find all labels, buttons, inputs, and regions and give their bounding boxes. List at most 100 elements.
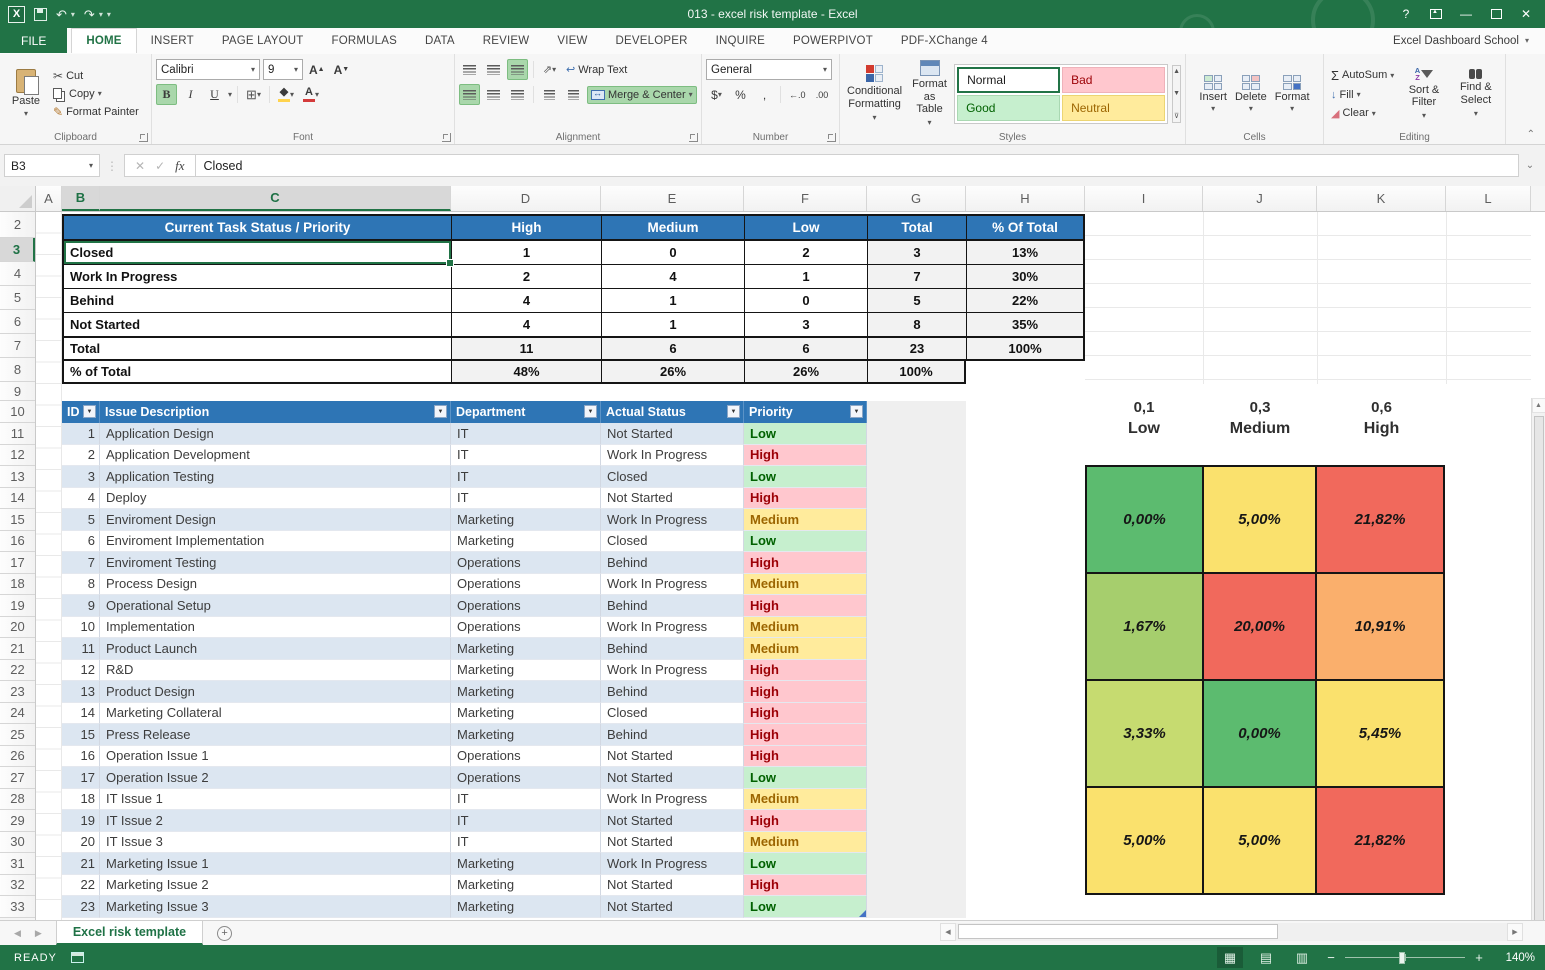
row-header[interactable]: 28 xyxy=(0,789,35,811)
maximize-icon[interactable] xyxy=(1483,4,1509,24)
format-as-table-button[interactable]: Format as Table▾ xyxy=(909,60,950,127)
issue-desc-cell[interactable]: Operation Issue 1 xyxy=(100,746,451,768)
issue-id-cell[interactable]: 9 xyxy=(62,595,100,617)
decrease-decimal-button[interactable]: .00 xyxy=(812,84,833,105)
issue-header-cell[interactable]: Actual Status xyxy=(601,401,744,423)
issue-priority-cell[interactable]: High xyxy=(744,724,867,746)
summary-medium-cell[interactable]: 4 xyxy=(601,265,744,288)
dialog-launcher-icon[interactable] xyxy=(827,133,836,142)
summary-header-cell[interactable]: % Of Total xyxy=(966,216,1083,239)
scroll-left-icon[interactable]: ◀ xyxy=(940,923,956,941)
issue-status-cell[interactable]: Behind xyxy=(601,681,744,703)
ribbon-tab[interactable]: PDF-XChange 4 xyxy=(887,28,1002,53)
summary-header-cell[interactable]: Medium xyxy=(601,216,744,239)
close-icon[interactable]: ✕ xyxy=(1513,4,1539,24)
new-sheet-button[interactable]: + xyxy=(217,921,232,945)
column-header[interactable]: C xyxy=(100,186,451,211)
zoom-slider-thumb[interactable] xyxy=(1399,952,1405,964)
row-header[interactable]: 9 xyxy=(0,382,35,401)
page-break-view-button[interactable]: ▥ xyxy=(1289,947,1315,968)
issue-status-cell[interactable]: Not Started xyxy=(601,896,744,918)
comma-style-button[interactable]: , xyxy=(754,84,775,105)
issue-desc-cell[interactable]: Operational Setup xyxy=(100,595,451,617)
row-header[interactable]: 23 xyxy=(0,681,35,703)
issue-dept-cell[interactable]: Operations xyxy=(451,767,601,789)
issue-dept-cell[interactable]: IT xyxy=(451,810,601,832)
summary-pct-cell[interactable]: 100% xyxy=(966,338,1083,359)
column-header[interactable]: A xyxy=(36,186,62,211)
summary-low-cell[interactable]: 26% xyxy=(744,361,867,384)
undo-dropdown-icon[interactable]: ▾ xyxy=(71,10,75,19)
row-header[interactable]: 25 xyxy=(0,724,35,746)
vertical-scroll-thumb[interactable] xyxy=(1534,416,1544,920)
ribbon-tab[interactable]: POWERPIVOT xyxy=(779,28,887,53)
dialog-launcher-icon[interactable] xyxy=(139,133,148,142)
row-header[interactable]: 33 xyxy=(0,896,35,918)
issue-desc-cell[interactable]: Press Release xyxy=(100,724,451,746)
wrap-text-button[interactable]: ↩Wrap Text xyxy=(563,61,630,78)
orientation-button[interactable]: ⇗▾ xyxy=(539,59,560,80)
sheet-tab-active[interactable]: Excel risk template xyxy=(56,921,203,945)
issue-desc-cell[interactable]: Process Design xyxy=(100,574,451,596)
scroll-right-icon[interactable]: ▶ xyxy=(1507,923,1523,941)
issue-priority-cell[interactable]: Low xyxy=(744,466,867,488)
style-neutral[interactable]: Neutral xyxy=(1062,95,1165,121)
italic-button[interactable]: I xyxy=(180,84,201,105)
heatmap-cell[interactable]: 0,00% xyxy=(1204,681,1315,786)
issue-priority-cell[interactable]: Medium xyxy=(744,617,867,639)
row-header[interactable]: 22 xyxy=(0,660,35,682)
issue-dept-cell[interactable]: Operations xyxy=(451,746,601,768)
summary-total-cell[interactable]: 5 xyxy=(867,289,966,312)
macro-record-icon[interactable] xyxy=(71,952,84,963)
issue-priority-cell[interactable]: Low xyxy=(744,896,867,918)
ribbon-tab[interactable]: FORMULAS xyxy=(317,28,411,53)
issue-desc-cell[interactable]: Implementation xyxy=(100,617,451,639)
scroll-up-icon[interactable]: ▲ xyxy=(1173,68,1180,75)
issue-desc-cell[interactable]: Operation Issue 2 xyxy=(100,767,451,789)
format-cells-button[interactable]: Format▾ xyxy=(1275,75,1310,113)
summary-label-cell[interactable]: Total xyxy=(64,338,451,359)
issue-dept-cell[interactable]: Marketing xyxy=(451,509,601,531)
row-header[interactable]: 8 xyxy=(0,358,35,382)
issue-id-cell[interactable]: 2 xyxy=(62,445,100,467)
issue-dept-cell[interactable]: IT xyxy=(451,832,601,854)
issue-priority-cell[interactable]: Low xyxy=(744,853,867,875)
summary-high-cell[interactable]: 11 xyxy=(451,338,601,359)
issue-desc-cell[interactable]: IT Issue 2 xyxy=(100,810,451,832)
column-header[interactable]: J xyxy=(1203,186,1317,211)
style-normal[interactable]: Normal xyxy=(957,67,1060,93)
row-header[interactable]: 5 xyxy=(0,286,35,310)
issue-priority-cell[interactable]: High xyxy=(744,681,867,703)
issue-priority-cell[interactable]: High xyxy=(744,488,867,510)
summary-total-cell[interactable]: 100% xyxy=(867,361,966,384)
issue-status-cell[interactable]: Closed xyxy=(601,703,744,725)
issue-dept-cell[interactable]: Marketing xyxy=(451,660,601,682)
summary-high-cell[interactable]: 2 xyxy=(451,265,601,288)
issue-priority-cell[interactable]: High xyxy=(744,660,867,682)
gray-filled-column[interactable] xyxy=(867,401,966,918)
issue-status-cell[interactable]: Work In Progress xyxy=(601,853,744,875)
issue-priority-cell[interactable]: High xyxy=(744,746,867,768)
heatmap-cell[interactable]: 21,82% xyxy=(1317,788,1443,893)
top-align-button[interactable] xyxy=(459,59,480,80)
issue-status-cell[interactable]: Not Started xyxy=(601,423,744,445)
issue-priority-cell[interactable]: Low xyxy=(744,531,867,553)
summary-label-cell[interactable]: Not Started xyxy=(64,313,451,336)
scroll-up-icon[interactable]: ▲ xyxy=(1532,398,1545,413)
redo-dropdown-icon[interactable]: ▾ xyxy=(99,10,103,19)
issue-status-cell[interactable]: Work In Progress xyxy=(601,509,744,531)
formula-input[interactable]: Closed xyxy=(196,154,1519,177)
issue-priority-cell[interactable]: High xyxy=(744,810,867,832)
issue-dept-cell[interactable]: IT xyxy=(451,445,601,467)
vertical-scrollbar[interactable]: ▲ ▼ xyxy=(1531,398,1545,920)
issue-id-cell[interactable]: 6 xyxy=(62,531,100,553)
scroll-down-icon[interactable]: ▼ xyxy=(1173,90,1180,97)
issue-desc-cell[interactable]: Marketing Issue 3 xyxy=(100,896,451,918)
summary-total-cell[interactable]: 23 xyxy=(867,338,966,359)
heatmap-cell[interactable]: 21,82% xyxy=(1317,467,1443,572)
merge-center-button[interactable]: Merge & Center▾ xyxy=(587,86,697,104)
heatmap-cell[interactable]: 10,91% xyxy=(1317,574,1443,679)
cancel-icon[interactable]: ✕ xyxy=(135,159,145,173)
fill-color-button[interactable]: ◆▾ xyxy=(275,84,297,105)
issue-id-cell[interactable]: 19 xyxy=(62,810,100,832)
